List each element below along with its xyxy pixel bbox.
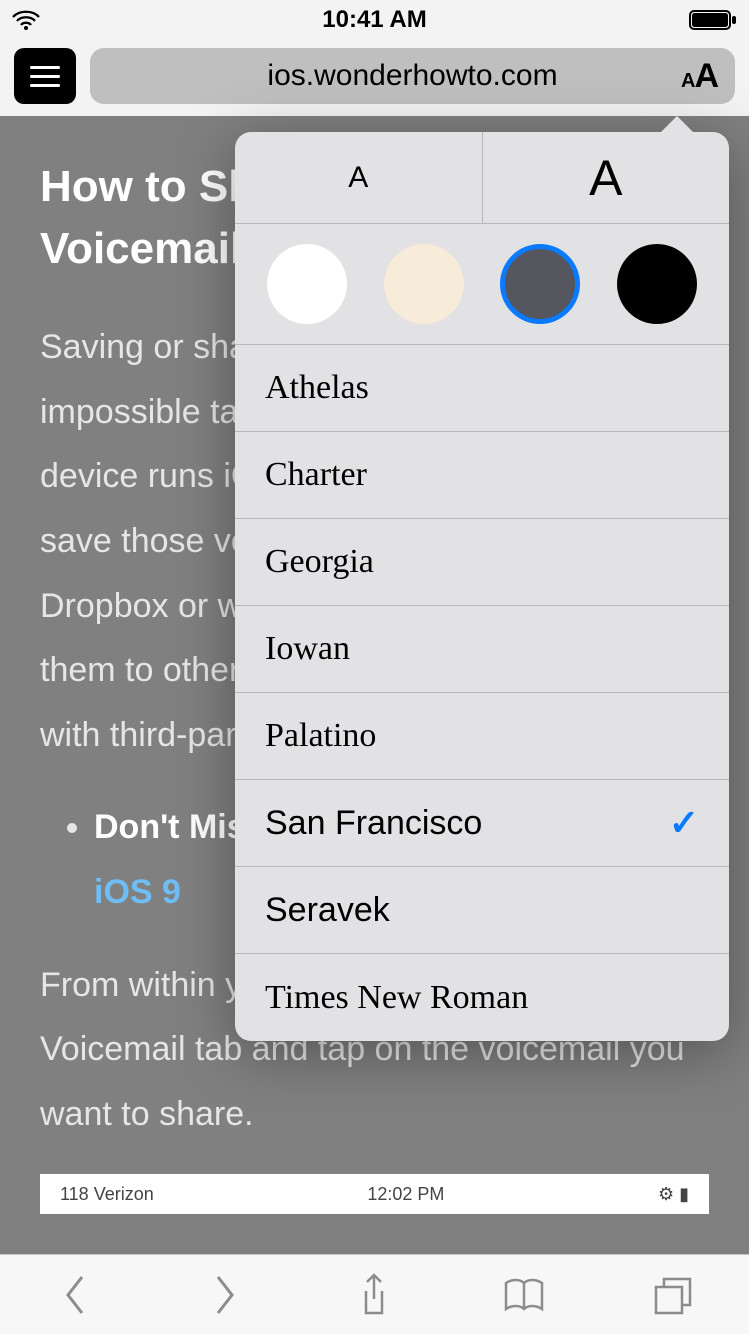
font-option-palatino[interactable]: Palatino — [235, 693, 729, 780]
tabs-button[interactable] — [642, 1263, 706, 1327]
font-label: San Francisco — [265, 804, 482, 843]
address-bar-row: ios.wonderhowto.com A A — [0, 40, 749, 120]
reader-text-size-button[interactable]: A A — [681, 57, 719, 96]
theme-gray[interactable] — [500, 244, 580, 324]
share-icon — [354, 1271, 394, 1319]
font-label: Charter — [265, 456, 367, 494]
embedded-screenshot-statusbar: 118 Verizon 12:02 PM ⚙︎ ▮ — [40, 1174, 709, 1214]
big-a-icon: A — [694, 57, 719, 96]
theme-black[interactable] — [617, 244, 697, 324]
wifi-icon — [12, 10, 40, 30]
bookmarks-button[interactable] — [492, 1263, 556, 1327]
forward-button[interactable] — [193, 1263, 257, 1327]
address-field[interactable]: ios.wonderhowto.com A A — [90, 48, 735, 104]
inset-icons: ⚙︎ ▮ — [658, 1177, 689, 1211]
text-size-row: A A — [235, 132, 729, 224]
status-time: 10:41 AM — [322, 6, 426, 34]
font-label: Iowan — [265, 630, 350, 668]
status-bar: 10:41 AM — [0, 0, 749, 40]
small-a-icon: A — [681, 70, 695, 93]
tabs-icon — [652, 1275, 696, 1315]
font-label: Athelas — [265, 369, 369, 407]
bottom-toolbar — [0, 1254, 749, 1334]
reader-settings-popover: A A Athelas Charter Georgia Iowan Palati… — [235, 132, 729, 1041]
increase-text-size-button[interactable]: A — [483, 132, 730, 224]
status-right — [689, 9, 737, 31]
chevron-left-icon — [62, 1273, 88, 1317]
decrease-text-size-button[interactable]: A — [235, 132, 483, 224]
font-list: Athelas Charter Georgia Iowan Palatino S… — [235, 345, 729, 1041]
inset-carrier: 118 Verizon — [60, 1177, 154, 1211]
theme-row — [235, 224, 729, 345]
font-option-iowan[interactable]: Iowan — [235, 606, 729, 693]
font-option-seravek[interactable]: Seravek — [235, 867, 729, 954]
theme-sepia[interactable] — [384, 244, 464, 324]
checkmark-icon: ✓ — [669, 802, 699, 844]
theme-white[interactable] — [267, 244, 347, 324]
url-text: ios.wonderhowto.com — [267, 59, 557, 93]
font-label: Times New Roman — [265, 979, 528, 1017]
book-icon — [502, 1275, 546, 1315]
font-label: Palatino — [265, 717, 376, 755]
font-option-san-francisco[interactable]: San Francisco ✓ — [235, 780, 729, 867]
status-left — [12, 10, 40, 30]
font-label: Seravek — [265, 891, 390, 930]
font-option-charter[interactable]: Charter — [235, 432, 729, 519]
back-button[interactable] — [43, 1263, 107, 1327]
inset-time: 12:02 PM — [367, 1177, 444, 1211]
font-option-times-new-roman[interactable]: Times New Roman — [235, 954, 729, 1041]
battery-icon — [689, 9, 737, 31]
font-option-athelas[interactable]: Athelas — [235, 345, 729, 432]
chevron-right-icon — [212, 1273, 238, 1317]
font-option-georgia[interactable]: Georgia — [235, 519, 729, 606]
menu-button[interactable] — [14, 48, 76, 104]
share-button[interactable] — [342, 1263, 406, 1327]
font-label: Georgia — [265, 543, 374, 581]
